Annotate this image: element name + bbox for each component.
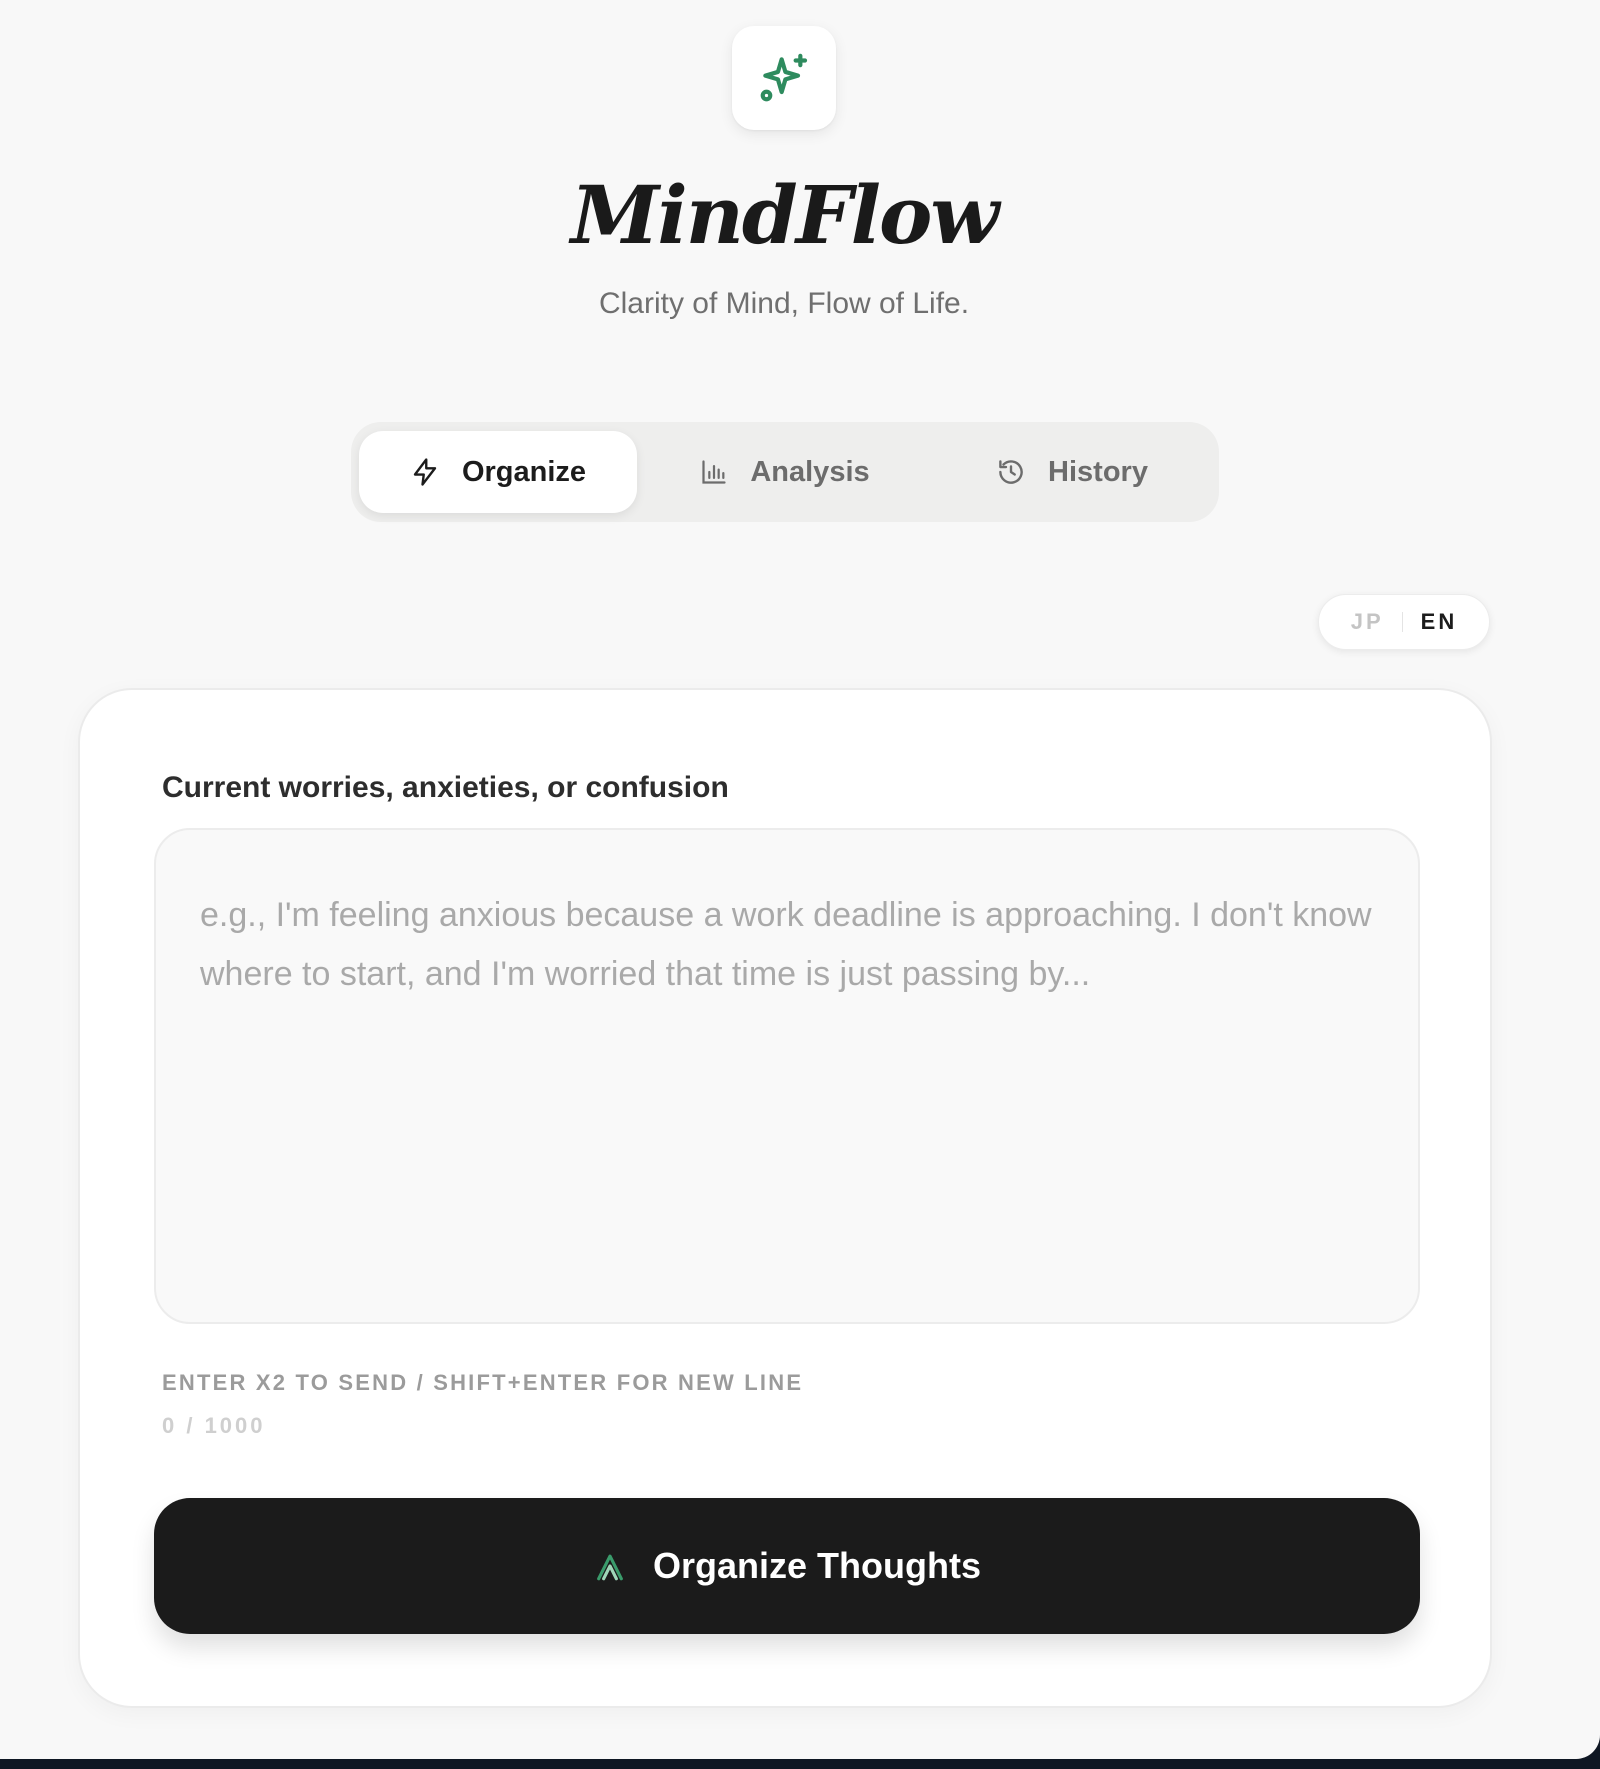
logo (732, 26, 836, 130)
history-icon (999, 460, 1023, 484)
language-toggle: JP EN (1318, 594, 1490, 650)
tab-history[interactable]: History (933, 431, 1211, 513)
bar-chart-icon (702, 460, 726, 484)
organize-thoughts-button[interactable]: Organize Thoughts (154, 1498, 1420, 1634)
tab-analysis-label: Analysis (750, 455, 870, 488)
app-page: MindFlow Clarity of Mind, Flow of Life. … (0, 0, 1600, 1759)
input-card: Current worries, anxieties, or confusion… (78, 688, 1492, 1708)
lightning-icon (413, 458, 437, 486)
worries-label: Current worries, anxieties, or confusion (162, 771, 729, 804)
char-counter: 0 / 1000 (162, 1413, 266, 1438)
app-title: MindFlow (570, 168, 999, 262)
tab-history-label: History (1048, 455, 1148, 488)
organize-thoughts-label: Organize Thoughts (653, 1545, 981, 1586)
tab-organize-label: Organize (461, 455, 587, 488)
double-chevron-up-icon (597, 1554, 623, 1581)
sparkles-icon (760, 53, 808, 102)
worries-input[interactable] (154, 828, 1420, 1324)
lang-option-en[interactable]: EN (1403, 609, 1476, 635)
keyboard-hint: ENTER X2 TO SEND / SHIFT+ENTER FOR NEW L… (162, 1370, 804, 1395)
main-tabs: Organize Analysis History (351, 422, 1219, 522)
tab-organize[interactable]: Organize (359, 431, 637, 513)
lang-option-jp[interactable]: JP (1333, 609, 1402, 635)
app-tagline: Clarity of Mind, Flow of Life. (598, 287, 970, 320)
tab-analysis[interactable]: Analysis (646, 431, 924, 513)
